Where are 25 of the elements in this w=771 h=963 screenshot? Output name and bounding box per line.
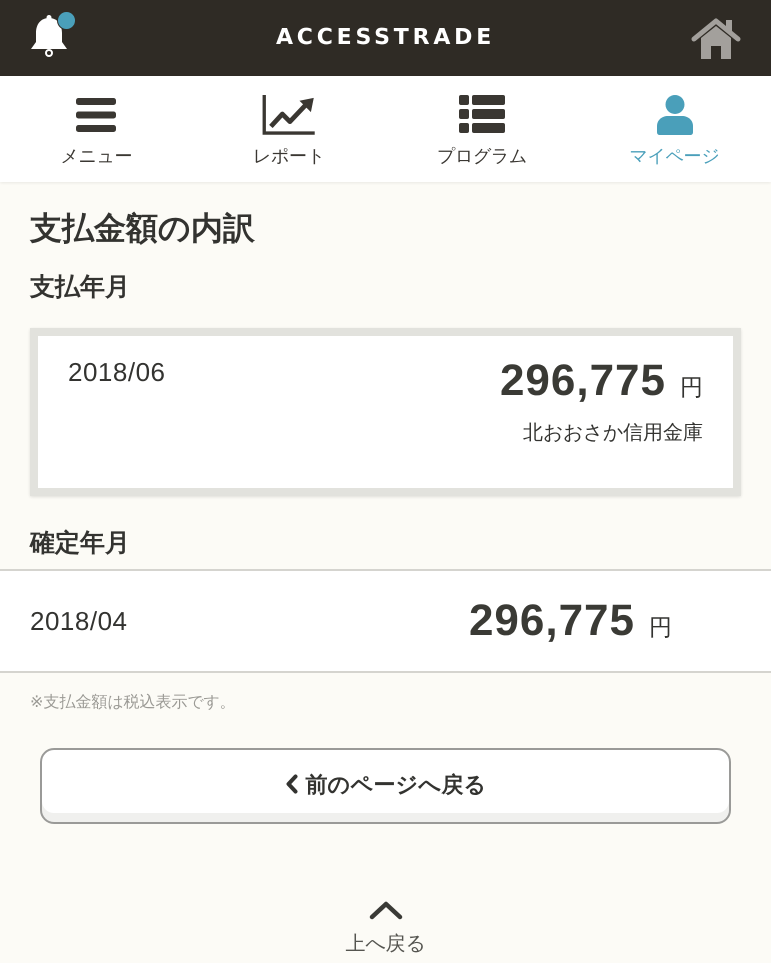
back-button[interactable]: 前のページへ戻る bbox=[40, 748, 731, 824]
chevron-up-icon bbox=[368, 900, 402, 920]
tax-note: ※支払金額は税込表示です。 bbox=[30, 693, 236, 713]
bell-icon[interactable] bbox=[30, 15, 68, 57]
amount-value: 296,775 bbox=[500, 358, 666, 404]
nav-tab[interactable]: レポート bbox=[192, 76, 386, 182]
payment-month: 2018/06 bbox=[68, 358, 166, 386]
nav-tab[interactable]: メニュー bbox=[0, 76, 193, 182]
menu-icon bbox=[76, 98, 116, 132]
amount-value: 296,775 bbox=[468, 598, 635, 644]
section-heading: 確定年月 bbox=[30, 530, 131, 556]
person-icon bbox=[656, 95, 693, 135]
back-to-top-link[interactable]: 上へ戻る bbox=[346, 900, 426, 956]
home-icon[interactable] bbox=[691, 17, 741, 59]
currency-unit: 円 bbox=[680, 374, 703, 400]
currency-unit: 円 bbox=[649, 614, 672, 640]
list-icon bbox=[458, 95, 505, 133]
logo-text[interactable]: ACCESSTRADE bbox=[276, 27, 496, 49]
page-title: 支払金額の内訳 bbox=[30, 210, 256, 246]
nav-tab[interactable]: プログラム bbox=[386, 76, 578, 182]
confirmed-month: 2018/04 bbox=[30, 607, 128, 635]
section-heading: 支払年月 bbox=[30, 272, 131, 300]
line-chart-icon bbox=[261, 95, 318, 135]
chevron-left-icon bbox=[284, 774, 298, 794]
bank-name: 北おおさか信用金庫 bbox=[523, 421, 703, 446]
